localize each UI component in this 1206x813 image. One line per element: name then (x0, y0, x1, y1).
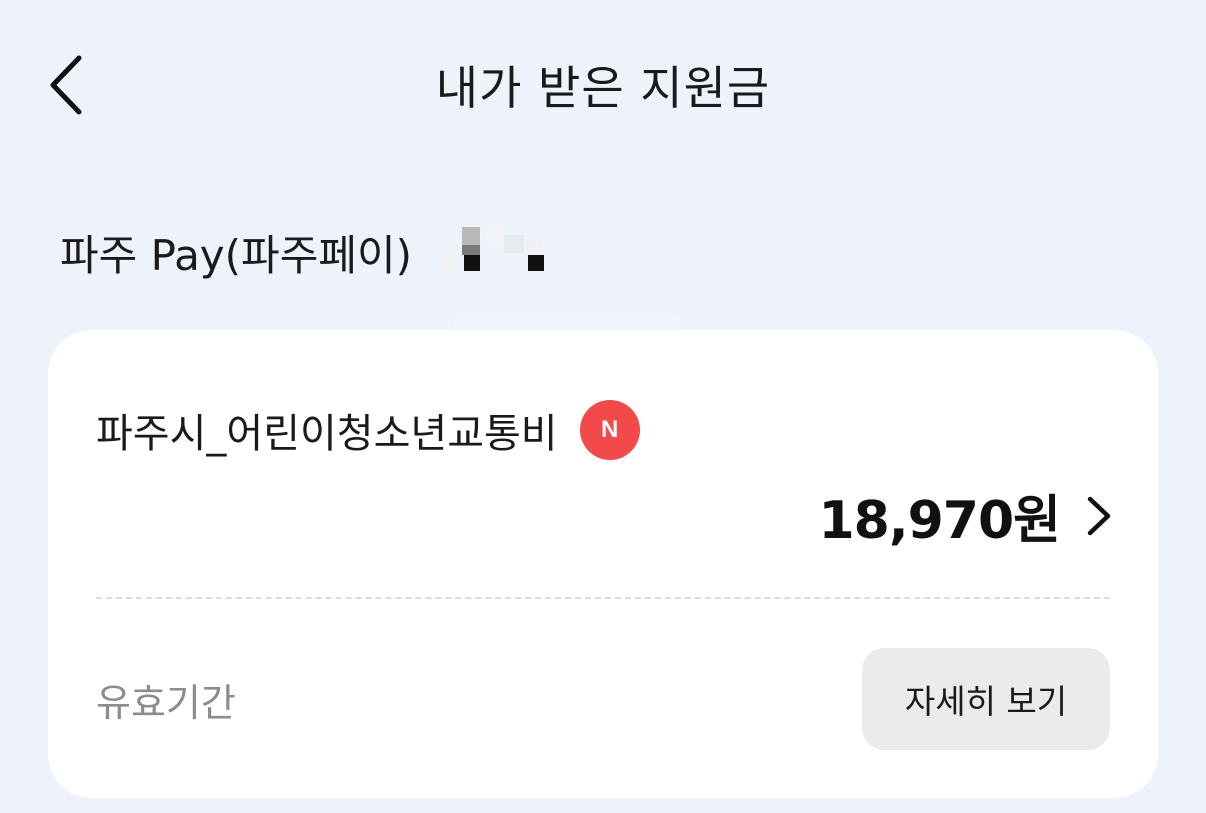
detail-button[interactable]: 자세히 보기 (862, 648, 1110, 750)
chevron-right-icon (1084, 494, 1114, 538)
validity-label: 유효기간 (96, 681, 236, 725)
benefit-name: 파주시_어린이청소년교통비 (96, 411, 558, 457)
amount-link[interactable]: 18,970원 (818, 478, 1114, 553)
section-header: 파주 Pay(파주페이) (60, 222, 552, 282)
section-title: 파주 Pay(파주페이) (60, 230, 412, 280)
new-badge: N (579, 400, 640, 460)
benefit-name-row: 파주시_어린이청소년교통비 N (96, 400, 640, 460)
page-title: 내가 받은 지원금 (435, 61, 771, 115)
benefit-card: 파주시_어린이청소년교통비 N 18,970원 유효기간 자세히 보기 (48, 330, 1158, 798)
dashed-divider (96, 597, 1110, 599)
header: 내가 받은 지원금 (0, 0, 1206, 170)
masked-info (442, 227, 552, 277)
benefit-amount: 18,970원 (818, 491, 1061, 551)
